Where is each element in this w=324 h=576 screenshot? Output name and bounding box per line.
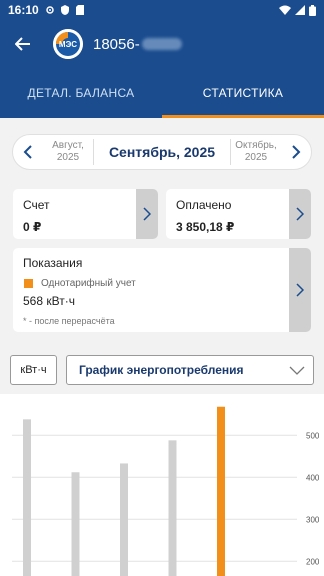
shield-icon — [60, 5, 69, 15]
bill-title: Счет — [23, 198, 50, 212]
chevron-left-icon — [23, 145, 32, 159]
tariff-legend-swatch — [24, 279, 33, 288]
back-button[interactable] — [1, 22, 45, 66]
consumption-chart-svg: 200 300 400 500 — [12, 406, 320, 576]
bill-details-button[interactable] — [136, 189, 158, 239]
prev-month-label[interactable]: Август, 2025 — [43, 140, 93, 164]
readings-value: 568 кВт·ч — [23, 294, 75, 308]
current-month: Сентябрь, 2025 — [108, 144, 216, 160]
chevron-right-icon — [292, 145, 301, 159]
chart-bar[interactable] — [71, 472, 80, 576]
bill-value: 0 ₽ — [23, 220, 42, 234]
y-tick-label: 300 — [306, 515, 320, 524]
y-tick-label: 400 — [306, 473, 320, 482]
chevron-down-icon — [289, 366, 305, 375]
chevron-right-icon — [296, 283, 304, 297]
company-logo: МЭС — [53, 29, 83, 59]
bill-card[interactable]: Счет 0 ₽ — [13, 189, 158, 239]
readings-details-button[interactable] — [289, 248, 311, 332]
paid-details-button[interactable] — [289, 189, 311, 239]
chart-type-dropdown[interactable]: График энергопотребления — [66, 355, 314, 385]
account-number: 18056- — [93, 36, 182, 53]
chevron-right-icon — [296, 207, 304, 221]
sd-card-icon — [75, 5, 84, 15]
paid-title: Оплачено — [176, 198, 232, 212]
readings-card[interactable]: Показания Однотарифный учет 568 кВт·ч * … — [13, 248, 311, 332]
masked-account-digits — [141, 38, 182, 50]
paid-card[interactable]: Оплачено 3 850,18 ₽ — [166, 189, 311, 239]
tab-bar: ДЕТАЛ. БАЛАНСА СТАТИСТИКА — [0, 68, 324, 118]
chart-bar[interactable] — [217, 406, 225, 576]
account-number-text: 18056- — [93, 35, 140, 53]
signal-icon — [295, 5, 305, 15]
chevron-right-icon — [143, 207, 151, 221]
consumption-chart: 200 300 400 500 — [0, 394, 324, 576]
clock: 16:10 — [8, 3, 39, 17]
recalc-note: * - после перерасчёта — [23, 316, 115, 326]
chart-bar[interactable] — [23, 419, 31, 576]
logo-graphic: МЭС — [53, 29, 83, 59]
settings-icon — [45, 6, 54, 14]
next-month-label[interactable]: Октябрь, 2025 — [231, 140, 281, 164]
chart-bar[interactable] — [120, 463, 128, 576]
tab-statistics[interactable]: СТАТИСТИКА — [162, 68, 324, 118]
chart-controls: кВт·ч График энергопотребления — [0, 346, 324, 394]
battery-icon — [309, 4, 316, 16]
tab-balance-details[interactable]: ДЕТАЛ. БАЛАНСА — [0, 68, 162, 118]
app-bar: МЭС 18056- — [0, 20, 324, 68]
y-tick-label: 500 — [306, 431, 320, 440]
unit-selector[interactable]: кВт·ч — [10, 355, 57, 385]
next-month-button[interactable] — [281, 134, 311, 170]
svg-text:МЭС: МЭС — [59, 40, 77, 49]
paid-value: 3 850,18 ₽ — [176, 220, 235, 234]
tariff-label: Однотарифный учет — [41, 278, 136, 289]
chart-type-label: График энергопотребления — [79, 363, 244, 377]
wifi-icon — [279, 5, 291, 15]
arrow-left-icon — [15, 37, 30, 51]
month-selector: Август, 2025 Сентябрь, 2025 Октябрь, 202… — [12, 134, 312, 170]
chart-bar[interactable] — [168, 440, 177, 576]
y-tick-label: 200 — [306, 557, 320, 566]
status-bar: 16:10 — [0, 0, 324, 20]
prev-month-button[interactable] — [13, 134, 43, 170]
readings-title: Показания — [23, 256, 83, 270]
